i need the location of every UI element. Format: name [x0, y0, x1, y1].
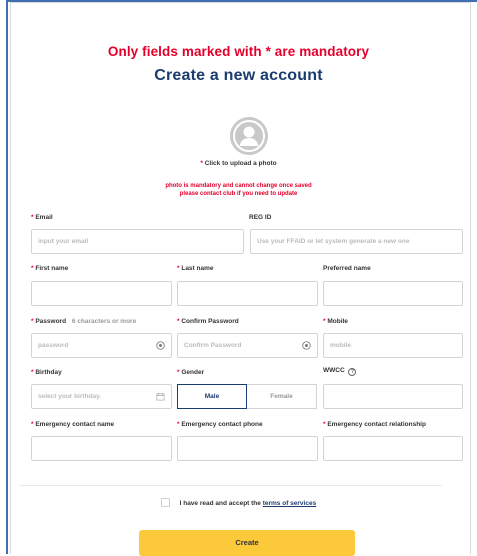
reg-id-label: REG ID	[249, 214, 272, 221]
required-mark: *	[177, 421, 180, 428]
preferred-name-field[interactable]	[323, 281, 463, 306]
required-mark: *	[323, 421, 326, 428]
last-name-field[interactable]	[177, 281, 318, 306]
password-field[interactable]: password	[31, 333, 172, 358]
required-mark: *	[177, 369, 180, 376]
required-mark: *	[323, 318, 326, 325]
terms-text: I have read and accept the	[179, 500, 261, 507]
emergency-relationship-field[interactable]	[323, 436, 463, 461]
emergency-phone-label-text: Emergency contact phone	[181, 421, 263, 428]
required-mark: *	[31, 318, 34, 325]
calendar-icon[interactable]	[156, 392, 165, 401]
terms-checkbox[interactable]	[160, 498, 170, 507]
password-hint: 6 characters or more	[71, 318, 137, 325]
terms-row: I have read and accept the terms of serv…	[0, 498, 477, 507]
gender-label: * Gender	[177, 369, 204, 376]
mobile-placeholder: mobile	[330, 342, 351, 349]
first-name-label-text: First name	[35, 265, 69, 272]
wwcc-label: WWCC ?	[323, 367, 357, 376]
required-mark: *	[31, 369, 34, 376]
mobile-label-text: Mobile	[327, 318, 348, 325]
birthday-label-text: Birthday	[35, 369, 62, 376]
page-title: Create a new account	[154, 67, 323, 84]
terms-link[interactable]: terms of services	[263, 500, 316, 507]
wwcc-label-text: WWCC	[323, 367, 345, 374]
required-mark: *	[31, 214, 34, 221]
last-name-label-text: Last name	[181, 265, 214, 272]
email-field[interactable]: input your email	[31, 229, 244, 254]
birthday-label: * Birthday	[31, 369, 62, 376]
reg-id-placeholder: Use your FFAID or let system generate a …	[257, 238, 410, 245]
required-mark: *	[177, 265, 180, 272]
emergency-name-label: * Emergency contact name	[31, 421, 114, 428]
eye-icon[interactable]	[302, 341, 311, 350]
birthday-field[interactable]: select your birthday.	[31, 384, 172, 409]
question-circle-icon[interactable]: ?	[348, 368, 357, 376]
upload-photo-label: Click to upload a photo	[204, 160, 277, 167]
first-name-field[interactable]	[31, 281, 172, 306]
first-name-label: * First name	[31, 265, 68, 272]
photo-warning-line-2: please contact club if you need to updat…	[179, 191, 298, 197]
last-name-label: * Last name	[177, 265, 214, 272]
eye-icon[interactable]	[156, 341, 165, 350]
required-mark: *	[177, 318, 180, 325]
divider	[20, 485, 442, 486]
email-label-text: Email	[35, 214, 53, 221]
email-placeholder: input your email	[38, 238, 89, 245]
wwcc-field[interactable]	[323, 384, 463, 409]
reg-id-field[interactable]: Use your FFAID or let system generate a …	[250, 229, 463, 254]
mandatory-notice: Only fields marked with * are mandatory	[107, 44, 370, 59]
emergency-relationship-label-text: Emergency contact relationship	[327, 421, 426, 428]
gender-toggle: Male Female	[177, 384, 317, 409]
required-mark: *	[200, 160, 203, 167]
upload-photo-link[interactable]: * Click to upload a photo	[0, 160, 477, 167]
confirm-password-label-text: Confirm Password	[181, 318, 239, 325]
mobile-label: * Mobile	[323, 318, 348, 325]
birthday-placeholder: select your birthday.	[38, 393, 102, 400]
emergency-phone-field[interactable]	[177, 436, 318, 461]
gender-label-text: Gender	[181, 369, 205, 376]
required-mark: *	[31, 421, 34, 428]
emergency-phone-label: * Emergency contact phone	[177, 421, 263, 428]
confirm-password-field[interactable]: Confirm Password	[177, 333, 318, 358]
emergency-name-label-text: Emergency contact name	[35, 421, 115, 428]
create-button[interactable]: Create	[139, 530, 355, 556]
required-mark: *	[31, 265, 34, 272]
photo-warning-line-1: photo is mandatory and cannot change onc…	[165, 183, 312, 189]
password-label-text: Password	[35, 318, 67, 325]
gender-female-option[interactable]: Female	[247, 384, 317, 409]
mobile-field[interactable]: mobile	[323, 333, 463, 358]
photo-warning: photo is mandatory and cannot change onc…	[0, 182, 477, 198]
user-avatar-icon[interactable]	[230, 117, 268, 155]
emergency-name-field[interactable]	[31, 436, 172, 461]
preferred-name-label: Preferred name	[323, 265, 371, 272]
gender-male-option[interactable]: Male	[177, 384, 247, 409]
confirm-password-label: * Confirm Password	[177, 318, 239, 325]
password-placeholder: password	[38, 342, 69, 349]
password-label: * Password 6 characters or more	[31, 318, 136, 325]
confirm-password-placeholder: Confirm Password	[184, 342, 242, 349]
email-label: * Email	[31, 214, 53, 221]
emergency-relationship-label: * Emergency contact relationship	[323, 421, 426, 428]
